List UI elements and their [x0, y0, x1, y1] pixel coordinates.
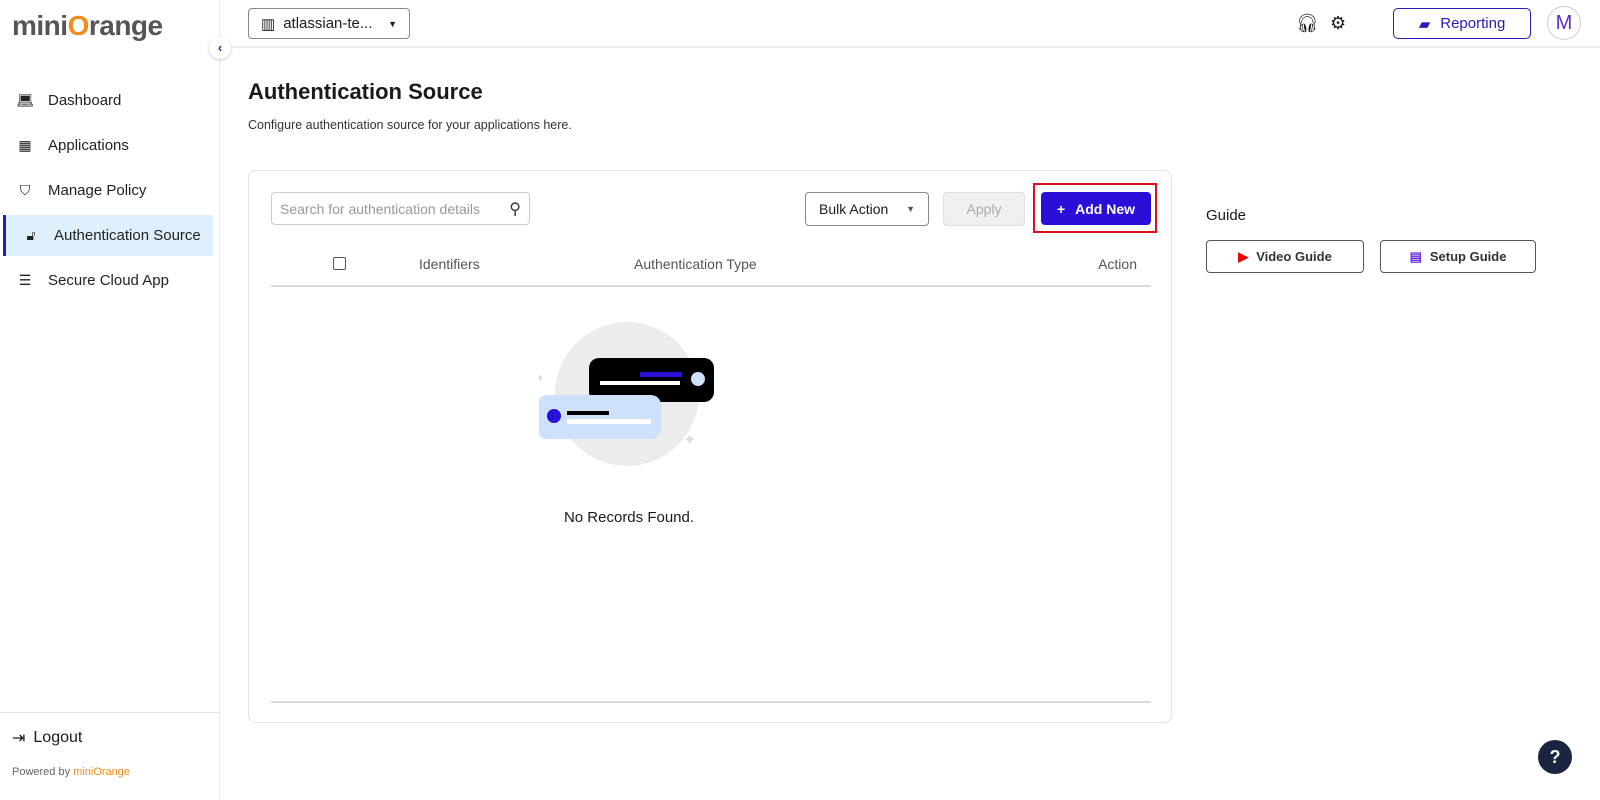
- miniorange-logo[interactable]: miniOrange: [12, 10, 163, 42]
- column-action: Action: [1098, 256, 1137, 272]
- reporting-button[interactable]: ▰ Reporting: [1393, 8, 1531, 39]
- avatar[interactable]: M: [1547, 6, 1581, 40]
- sidebar-item-label: Authentication Source: [54, 227, 201, 244]
- divider: [0, 712, 220, 713]
- sidebar: miniOrange 💻︎ Dashboard ▦ Applications ⛉ Ma…: [0, 0, 220, 800]
- table-footer-divider: [271, 701, 1151, 703]
- list-icon: ☰: [18, 272, 32, 288]
- search-icon: ⚲: [509, 200, 521, 218]
- tenant-name: atlassian-te...: [283, 15, 373, 32]
- building-icon: ▥: [261, 15, 276, 33]
- topbar: ▥ atlassian-te... ▼ 🎧︎ ⚙ ▰ Reporting M: [220, 0, 1600, 48]
- logo-text: O: [67, 10, 90, 41]
- column-authentication-type: Authentication Type: [634, 256, 757, 272]
- reporting-label: Reporting: [1440, 15, 1506, 32]
- bulk-action-label: Bulk Action: [819, 201, 889, 217]
- select-all-checkbox[interactable]: [333, 257, 346, 270]
- sidebar-item-secure-cloud-app[interactable]: ☰ Secure Cloud App: [0, 260, 220, 301]
- caret-down-icon: ▼: [388, 18, 397, 29]
- powered-by-brand[interactable]: miniOrange: [73, 766, 130, 778]
- add-new-label: Add New: [1075, 200, 1136, 217]
- lock-icon: 🔓︎: [26, 227, 36, 243]
- sidebar-item-label: Manage Policy: [48, 182, 147, 199]
- sidebar-item-dashboard[interactable]: 💻︎ Dashboard: [0, 80, 220, 121]
- logo-text: mini: [12, 10, 68, 41]
- sidebar-item-manage-policy[interactable]: ⛉ Manage Policy: [0, 170, 220, 211]
- powered-by: Powered by miniOrange: [12, 766, 130, 778]
- headset-icon[interactable]: 🎧︎: [1296, 13, 1319, 34]
- auth-source-card: Search for authentication details ⚲ Bulk …: [248, 170, 1172, 723]
- video-guide-button[interactable]: ▶ Video Guide: [1206, 240, 1364, 273]
- guide-title: Guide: [1206, 207, 1247, 224]
- laptop-icon: 💻︎: [16, 92, 34, 108]
- collapse-sidebar-button[interactable]: ‹: [209, 37, 231, 59]
- powered-by-text: Powered by: [12, 766, 71, 778]
- column-identifiers: Identifiers: [419, 256, 480, 272]
- highlight-box: + Add New: [1033, 183, 1157, 233]
- sidebar-item-label: Dashboard: [48, 92, 122, 109]
- sidebar-nav: 💻︎ Dashboard ▦ Applications ⛉ Manage Policy…: [0, 80, 220, 305]
- help-button[interactable]: ?: [1538, 740, 1572, 774]
- svg-text:✦: ✦: [683, 432, 696, 449]
- youtube-icon: ▶: [1238, 248, 1249, 264]
- sidebar-item-label: Applications: [48, 137, 129, 154]
- tenant-selector[interactable]: ▥ atlassian-te... ▼: [248, 8, 410, 39]
- report-icon: ▰: [1418, 15, 1431, 33]
- logout-button[interactable]: ⇥ Logout: [12, 728, 82, 748]
- logo-text: range: [88, 10, 163, 41]
- grid-icon: ▦: [18, 137, 32, 153]
- add-new-button[interactable]: + Add New: [1041, 192, 1151, 225]
- page-subtitle: Configure authentication source for your…: [248, 118, 572, 132]
- document-icon: ▤: [1409, 248, 1422, 264]
- setup-guide-button[interactable]: ▤ Setup Guide: [1380, 240, 1536, 273]
- setup-guide-label: Setup Guide: [1429, 249, 1507, 264]
- empty-message: No Records Found.: [563, 509, 695, 526]
- caret-down-icon: ▼: [906, 204, 915, 214]
- search-placeholder: Search for authentication details: [280, 200, 481, 217]
- logout-label: Logout: [33, 729, 83, 746]
- gear-icon[interactable]: ⚙: [1330, 13, 1346, 34]
- shield-icon: ⛉: [19, 182, 31, 198]
- plus-icon: +: [1056, 200, 1066, 217]
- video-guide-label: Video Guide: [1256, 249, 1332, 264]
- bulk-action-select[interactable]: Bulk Action ▼: [805, 192, 929, 226]
- sidebar-item-applications[interactable]: ▦ Applications: [0, 125, 220, 166]
- apply-button[interactable]: Apply: [943, 192, 1025, 226]
- table-header: Identifiers Authentication Type Action: [271, 243, 1151, 287]
- sidebar-item-authentication-source[interactable]: 🔓︎ Authentication Source: [3, 215, 213, 256]
- sidebar-item-label: Secure Cloud App: [48, 272, 169, 289]
- empty-state-illustration: ✦: [539, 322, 714, 466]
- logout-icon: ⇥: [12, 730, 26, 747]
- page-title: Authentication Source: [248, 79, 483, 104]
- search-input[interactable]: Search for authentication details ⚲: [271, 192, 530, 225]
